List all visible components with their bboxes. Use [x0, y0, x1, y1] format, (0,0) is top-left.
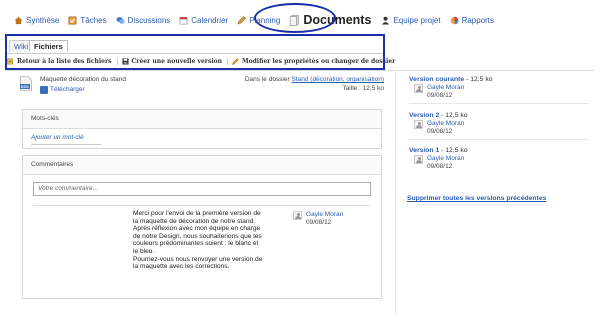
version-2-link[interactable]: Version 2 — [409, 112, 439, 119]
nav-synthese-label: Synthèse — [26, 15, 60, 25]
avatar — [414, 120, 423, 129]
comment-line: couleurs prédominantes soient : le blanc… — [133, 240, 259, 248]
comment-line: de notre Design, nous souhaiterions que … — [133, 232, 262, 240]
add-keyword-link[interactable]: Ajouter un mot-clé — [31, 134, 84, 141]
nav-taches-label: Tâches — [80, 15, 107, 25]
version-current: Version courante - 12,5 ko — [409, 76, 493, 83]
download-icon — [40, 85, 48, 94]
header-divider — [6, 70, 595, 71]
comment-line: Pourriez-vous nous renvoyer une version … — [133, 255, 263, 263]
version-date: 09/08/12 — [427, 91, 453, 99]
comment-line: la maquette de décoration de notre stand… — [133, 217, 256, 225]
comments-title: Commentaires — [23, 156, 381, 175]
version-current-size: - 12,5 ko — [466, 76, 493, 83]
folder-info: Dans le dossier Stand (décoration, organ… — [245, 76, 384, 83]
nav-equipe-projet[interactable]: Equipe projet — [381, 15, 441, 25]
nav-discussions-label: Discussions — [127, 15, 171, 25]
doc-file-icon: DOC — [20, 76, 32, 91]
nav-discussions[interactable]: Discussions — [116, 15, 171, 25]
nav-rapports[interactable]: Rapports — [450, 16, 494, 25]
version-separator — [409, 139, 589, 140]
documents-highlight-oval — [254, 3, 336, 33]
comments-panel: Commentaires Votre commentaire... Merci … — [22, 155, 382, 299]
keyword-input-line — [31, 144, 101, 145]
comment-body: Merci pour l'envoi de la première versio… — [133, 210, 279, 271]
version-2: Version 2 - 12,5 ko — [409, 112, 468, 119]
comment-line: Après réflexion avec mon équipe en charg… — [133, 225, 261, 233]
version-date: 09/08/12 — [427, 127, 453, 135]
download-label: Télécharger — [50, 86, 85, 93]
planning-icon — [237, 15, 247, 25]
avatar — [414, 155, 423, 164]
avatar — [414, 84, 423, 93]
toolbar-highlight-box — [5, 34, 385, 70]
comment-line: le bleu. — [133, 247, 155, 255]
column-divider — [395, 70, 396, 315]
comment-input[interactable]: Votre commentaire... — [33, 182, 371, 196]
version-2-author-block: Gayle Moran 09/08/12 — [414, 120, 464, 135]
version-separator — [409, 103, 589, 104]
calendar-icon — [179, 16, 188, 24]
svg-text:DOC: DOC — [21, 85, 29, 89]
version-author[interactable]: Gayle Moran — [427, 84, 464, 92]
folder-prefix: Dans le dossier — [244, 76, 290, 83]
version-current-author-block: Gayle Moran 09/08/12 — [414, 84, 464, 99]
tasks-icon — [68, 16, 77, 24]
nav-synthese[interactable]: Synthèse — [14, 16, 59, 25]
keywords-title: Mots-clés — [23, 110, 381, 129]
discussions-icon — [116, 16, 125, 24]
team-icon — [382, 16, 390, 25]
keywords-panel: Mots-clés Ajouter un mot-clé — [22, 109, 382, 149]
download-button[interactable]: Télécharger — [40, 85, 85, 94]
nav-equipe-label: Equipe projet — [393, 15, 441, 25]
comment-line: la maquette avec les corrections. — [133, 263, 230, 271]
file-size: Taille : 12,5 ko — [342, 85, 384, 92]
comment-date: 09/08/12 — [306, 218, 332, 226]
nav-calendrier-label: Calendrier — [191, 15, 229, 25]
comment-line: Merci pour l'envoi de la première versio… — [133, 210, 261, 217]
version-author[interactable]: Gayle Moran — [427, 120, 464, 128]
delete-previous-versions-link[interactable]: Supprimer toutes les versions précédente… — [407, 195, 546, 202]
version-2-size: - 12,5 ko — [441, 112, 468, 119]
folder-link[interactable]: Stand (décoration, organisation) — [291, 76, 384, 83]
comment-author-block: Gayle Moran 09/08/12 — [293, 211, 343, 226]
version-current-link[interactable]: Version courante — [409, 76, 464, 83]
comment-author[interactable]: Gayle Moran — [306, 211, 343, 219]
document-name: Maquette décoration du stand — [40, 76, 127, 83]
version-1-author-block: Gayle Moran 09/08/12 — [414, 155, 464, 170]
version-author[interactable]: Gayle Moran — [427, 155, 464, 163]
version-1-link[interactable]: Version 1 — [409, 147, 439, 154]
reports-icon — [450, 16, 458, 24]
nav-taches[interactable]: Tâches — [68, 15, 107, 25]
nav-calendrier[interactable]: Calendrier — [179, 16, 228, 25]
avatar — [293, 211, 302, 220]
version-date: 09/08/12 — [427, 162, 453, 170]
version-1: Version 1 - 12,5 ko — [409, 147, 468, 154]
home-icon — [14, 16, 23, 24]
nav-rapports-label: Rapports — [461, 15, 495, 25]
version-1-size: - 12,5 ko — [441, 147, 468, 154]
comment-separator — [33, 205, 371, 206]
